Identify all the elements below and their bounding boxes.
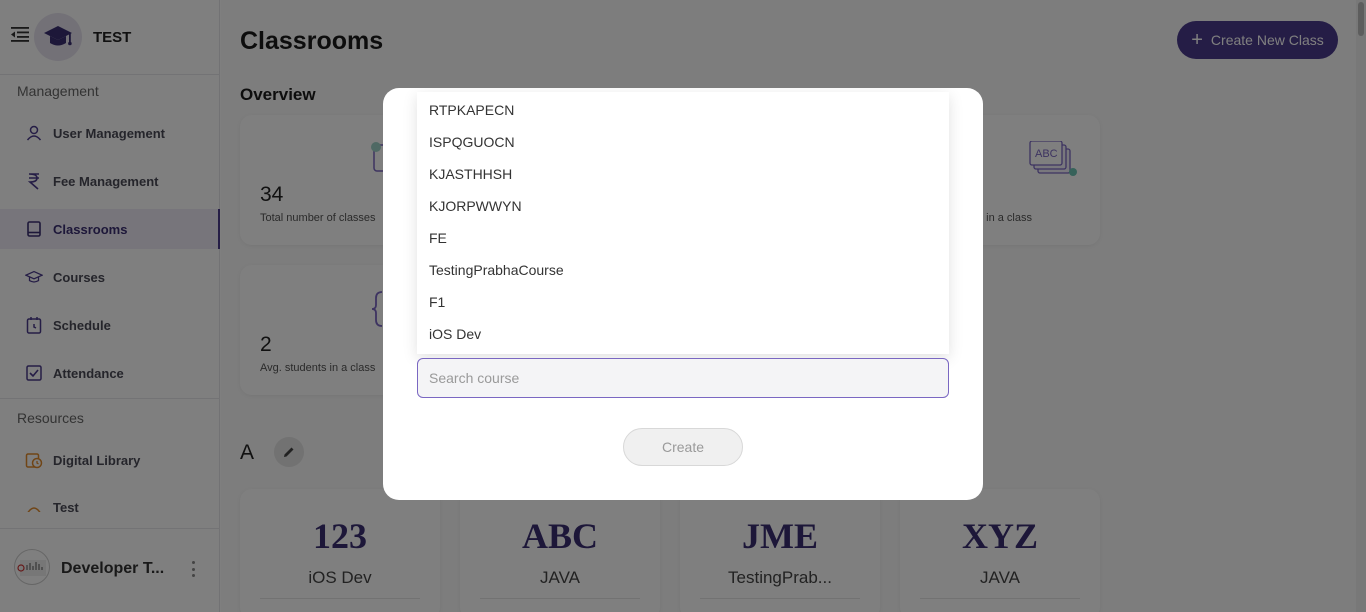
course-option[interactable]: iOS Dev [417,318,949,350]
course-dropdown-list: RTPKAPECN ISPQGUOCN KJASTHHSH KJORPWWYN … [417,92,949,354]
search-course-input[interactable] [417,358,949,398]
course-option[interactable]: F1 [417,286,949,318]
create-class-modal: RTPKAPECN ISPQGUOCN KJASTHHSH KJORPWWYN … [383,88,983,500]
course-option[interactable]: RTPKAPECN [417,94,949,126]
course-option[interactable]: ISPQGUOCN [417,126,949,158]
course-option[interactable]: TestingPrabhaCourse [417,254,949,286]
course-option[interactable]: KJORPWWYN [417,190,949,222]
modal-create-button[interactable]: Create [623,428,743,466]
course-option[interactable]: FE [417,222,949,254]
course-option[interactable]: KJASTHHSH [417,158,949,190]
